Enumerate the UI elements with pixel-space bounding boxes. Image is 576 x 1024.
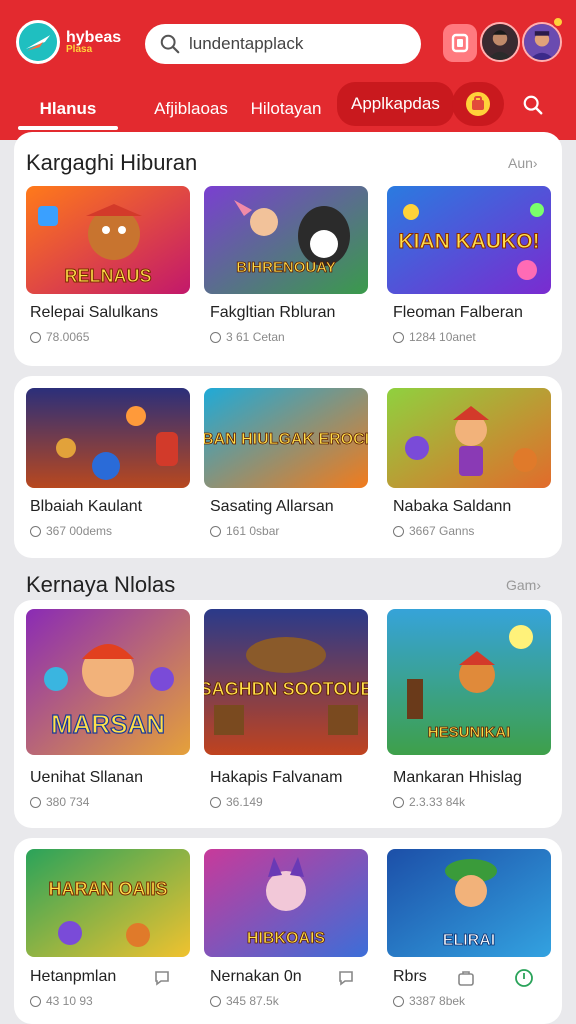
search-icon[interactable] [518, 92, 548, 118]
game-meta: 380 734 [30, 795, 89, 809]
game-thumbnail[interactable] [387, 388, 551, 488]
game-meta: 3387 8bek [393, 994, 465, 1008]
game-thumbnail[interactable]: RELNAUS [26, 186, 190, 294]
game-thumbnail[interactable]: ELIRAI [387, 849, 551, 957]
game-meta: 43 10 93 [30, 994, 93, 1008]
game-banner-text: KIAN KAUKO! [398, 230, 539, 253]
game-title[interactable]: Nabaka Saldann [393, 498, 511, 516]
status-icon[interactable] [514, 968, 534, 988]
game-stat: 3 61 Cetan [226, 330, 285, 344]
app-logo-text: hybeas Plasa [66, 30, 126, 55]
tab-afjiblaoas[interactable]: Afjiblaoas [136, 92, 246, 126]
game-stat: 380 734 [46, 795, 90, 809]
game-stat: 36.149 [226, 795, 263, 809]
game-title[interactable]: Uenihat Sllanan [30, 769, 143, 787]
comment-icon [210, 525, 221, 537]
game-thumbnail[interactable]: SBAN HIULGAK EROCIA [204, 388, 368, 488]
game-meta: 1284 10anet [393, 330, 476, 344]
leaf-logo-icon[interactable] [16, 20, 60, 64]
game-thumbnail[interactable]: HARAN OAIIS [26, 849, 190, 957]
game-thumbnail[interactable]: HIBKOAIS [204, 849, 368, 957]
game-banner-text: HARAN OAIIS [48, 879, 167, 899]
comment-icon [30, 796, 41, 808]
comment-icon [210, 796, 221, 808]
game-meta: 3667 Ganns [393, 524, 474, 538]
comment-icon [30, 525, 41, 537]
comment-icon [393, 995, 404, 1007]
game-stat: 345 87.5k [226, 994, 279, 1008]
game-banner-text: SBAN HIULGAK EROCIA [204, 431, 368, 448]
app-subname: Plasa [66, 44, 93, 55]
avatar[interactable] [480, 22, 520, 62]
comment-icon [393, 331, 404, 343]
game-stat: 3667 Ganns [409, 524, 475, 538]
game-title[interactable]: Fleoman Falberan [393, 304, 523, 322]
bag-icon[interactable] [452, 82, 504, 126]
game-title[interactable]: Rbrs [393, 968, 427, 986]
game-stat: 43 10 93 [46, 994, 93, 1008]
search-icon [160, 34, 180, 54]
game-meta: 345 87.5k [210, 994, 279, 1008]
game-stat: 3387 8bek [409, 994, 466, 1008]
game-title[interactable]: Sasating Allarsan [210, 498, 334, 516]
square-icon[interactable] [443, 24, 477, 62]
comment-icon [30, 995, 41, 1007]
section-title: Kernaya Nlolas [26, 572, 176, 597]
game-meta: 367 00dems [30, 524, 112, 538]
game-title[interactable]: Blbaiah Kaulant [30, 498, 142, 516]
search-input[interactable] [189, 34, 409, 54]
game-banner-text: RELNAUS [64, 266, 151, 286]
game-title[interactable]: Relepai Salulkans [30, 304, 158, 322]
tab-hlanus[interactable]: Hlanus [18, 92, 118, 126]
game-banner-text: SAGHDN SOOTOUE [204, 679, 368, 699]
comment-icon [210, 331, 221, 343]
bag-icon[interactable] [456, 968, 476, 988]
game-meta: 161 0sbar [210, 524, 279, 538]
game-banner-text: BIHRENOUAY [236, 259, 335, 276]
comment-icon[interactable] [336, 968, 356, 988]
game-banner-text: HESUNIKAI [428, 724, 511, 741]
game-thumbnail[interactable]: MARSAN [26, 609, 190, 755]
comment-icon [393, 525, 404, 537]
game-stat: 2.3.33 84k [409, 795, 466, 809]
game-meta: 36.149 [210, 795, 263, 809]
tab-applkapdas[interactable]: Applkapdas [337, 82, 454, 126]
game-title[interactable]: Nernakan 0n [210, 968, 302, 986]
game-stat: 161 0sbar [226, 524, 280, 538]
game-banner-text: MARSAN [51, 709, 165, 739]
game-title[interactable]: Hetanpmlan [30, 968, 116, 986]
game-thumbnail[interactable]: HESUNIKAI [387, 609, 551, 755]
game-title[interactable]: Hakapis Falvanam [210, 769, 343, 787]
game-meta: 78.0065 [30, 330, 89, 344]
comment-icon [393, 796, 404, 808]
comment-icon[interactable] [152, 968, 172, 988]
game-thumbnail[interactable]: KIAN KAUKO! [387, 186, 551, 294]
game-stat: 1284 10anet [409, 330, 476, 344]
search-bar[interactable] [145, 24, 421, 64]
avatar[interactable] [522, 22, 562, 62]
section-title: Kargaghi Hiburan [26, 150, 198, 175]
tab-hilotayan[interactable]: Hilotayan [248, 92, 324, 126]
comment-icon [210, 995, 221, 1007]
game-title[interactable]: Mankaran Hhislag [393, 769, 522, 787]
game-title[interactable]: Fakgltian Rbluran [210, 304, 335, 322]
comment-icon [30, 331, 41, 343]
game-thumbnail[interactable] [26, 388, 190, 488]
game-banner-text: HIBKOAIS [247, 930, 326, 947]
game-meta: 3 61 Cetan [210, 330, 285, 344]
game-meta: 2.3.33 84k [393, 795, 465, 809]
notification-badge [552, 16, 564, 28]
active-tab-indicator [18, 126, 118, 130]
game-thumbnail[interactable]: SAGHDN SOOTOUE [204, 609, 368, 755]
game-banner-text: ELIRAI [443, 932, 495, 949]
game-stat: 78.0065 [46, 330, 90, 344]
game-thumbnail[interactable]: BIHRENOUAY [204, 186, 368, 294]
see-all-link[interactable]: Gam› [506, 577, 541, 593]
see-all-link[interactable]: Aun› [508, 155, 538, 171]
game-stat: 367 00dems [46, 524, 113, 538]
